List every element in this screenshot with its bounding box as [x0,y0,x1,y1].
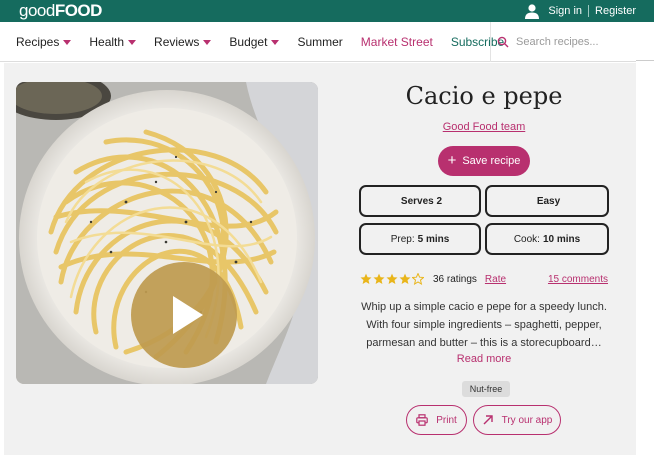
nav-item-summer[interactable]: Summer [297,35,342,49]
diet-tag-badge: Nut-free [462,381,510,397]
ratings-count: 36 ratings [433,273,477,285]
sign-in-link[interactable]: Sign in [548,5,582,17]
nav-item-health[interactable]: Health [89,35,137,49]
save-recipe-button[interactable]: + Save recipe [438,146,530,176]
nav-item-recipes[interactable]: Recipes [16,35,72,49]
print-label: Print [436,414,457,426]
nav-item-reviews[interactable]: Reviews [154,35,212,49]
chevron-down-icon [203,40,212,45]
star-filled-icon [360,273,372,284]
play-icon [173,296,203,334]
search-input[interactable] [516,36,636,48]
try-app-button[interactable]: Try our app [473,405,561,435]
arrow-up-right-icon [483,415,493,425]
rating-row: 36 ratings Rate 15 comments [360,273,608,285]
search-box [490,22,636,62]
printer-icon [416,414,429,426]
serves-box: Serves 2 [359,185,481,217]
cook-label: Cook: [513,233,540,245]
star-filled-icon [373,273,385,284]
main-nav: Recipes Health Reviews Budget Summer Mar… [0,22,636,62]
author-link[interactable]: Good Food team [340,121,628,133]
try-app-label: Try our app [501,414,553,426]
difficulty-box: Easy [485,185,609,217]
logo-text-food: FOOD [54,1,103,20]
nav-item-label: Budget [229,35,268,49]
rate-link[interactable]: Rate [485,274,506,285]
read-more-link[interactable]: Read more [340,353,628,365]
chevron-down-icon [128,40,137,45]
account-divider [588,5,590,17]
nav-item-label: Recipes [16,35,60,49]
user-icon[interactable] [524,3,540,19]
register-link[interactable]: Register [595,5,636,17]
chevron-down-icon [63,40,72,45]
cook-time-box: Cook: 10 mins [485,223,609,255]
goodfood-logo[interactable]: goodFOOD [19,1,102,21]
chevron-down-icon [271,40,280,45]
nav-item-label: Health [89,35,125,49]
nav-item-label: Summer [297,35,343,49]
top-bar: goodFOOD Sign in Register [0,0,654,22]
star-rating [360,273,425,285]
star-filled-icon [399,273,411,284]
prep-value: 5 mins [417,233,450,245]
plus-icon: + [447,152,457,169]
divider [636,60,654,61]
print-button[interactable]: Print [406,405,467,435]
save-recipe-label: Save recipe [462,155,521,167]
nav-items: Recipes Health Reviews Budget Summer Mar… [16,22,522,62]
cook-value: 10 mins [542,233,581,245]
nav-item-label: Reviews [154,35,200,49]
logo-text-good: good [19,1,55,20]
recipe-description: Whip up a simple cacio e pepe for a spee… [361,301,607,349]
account-links: Sign in Register [524,3,636,19]
play-video-button[interactable] [131,262,237,368]
star-filled-icon [386,273,398,284]
prep-label: Prep: [390,233,415,245]
serves-value: Serves 2 [400,195,443,207]
comments-link[interactable]: 15 comments [548,274,608,285]
star-empty-icon [412,273,424,285]
prep-time-box: Prep: 5 mins [359,223,481,255]
nav-item-market-street[interactable]: Market Street [361,35,433,49]
search-icon[interactable] [497,36,509,48]
recipe-title: Cacio e pepe [405,82,563,110]
nav-item-label: Market Street [360,35,433,49]
difficulty-value: Easy [536,195,561,207]
recipe-video-thumbnail[interactable] [16,82,318,384]
nav-item-budget[interactable]: Budget [229,35,280,49]
